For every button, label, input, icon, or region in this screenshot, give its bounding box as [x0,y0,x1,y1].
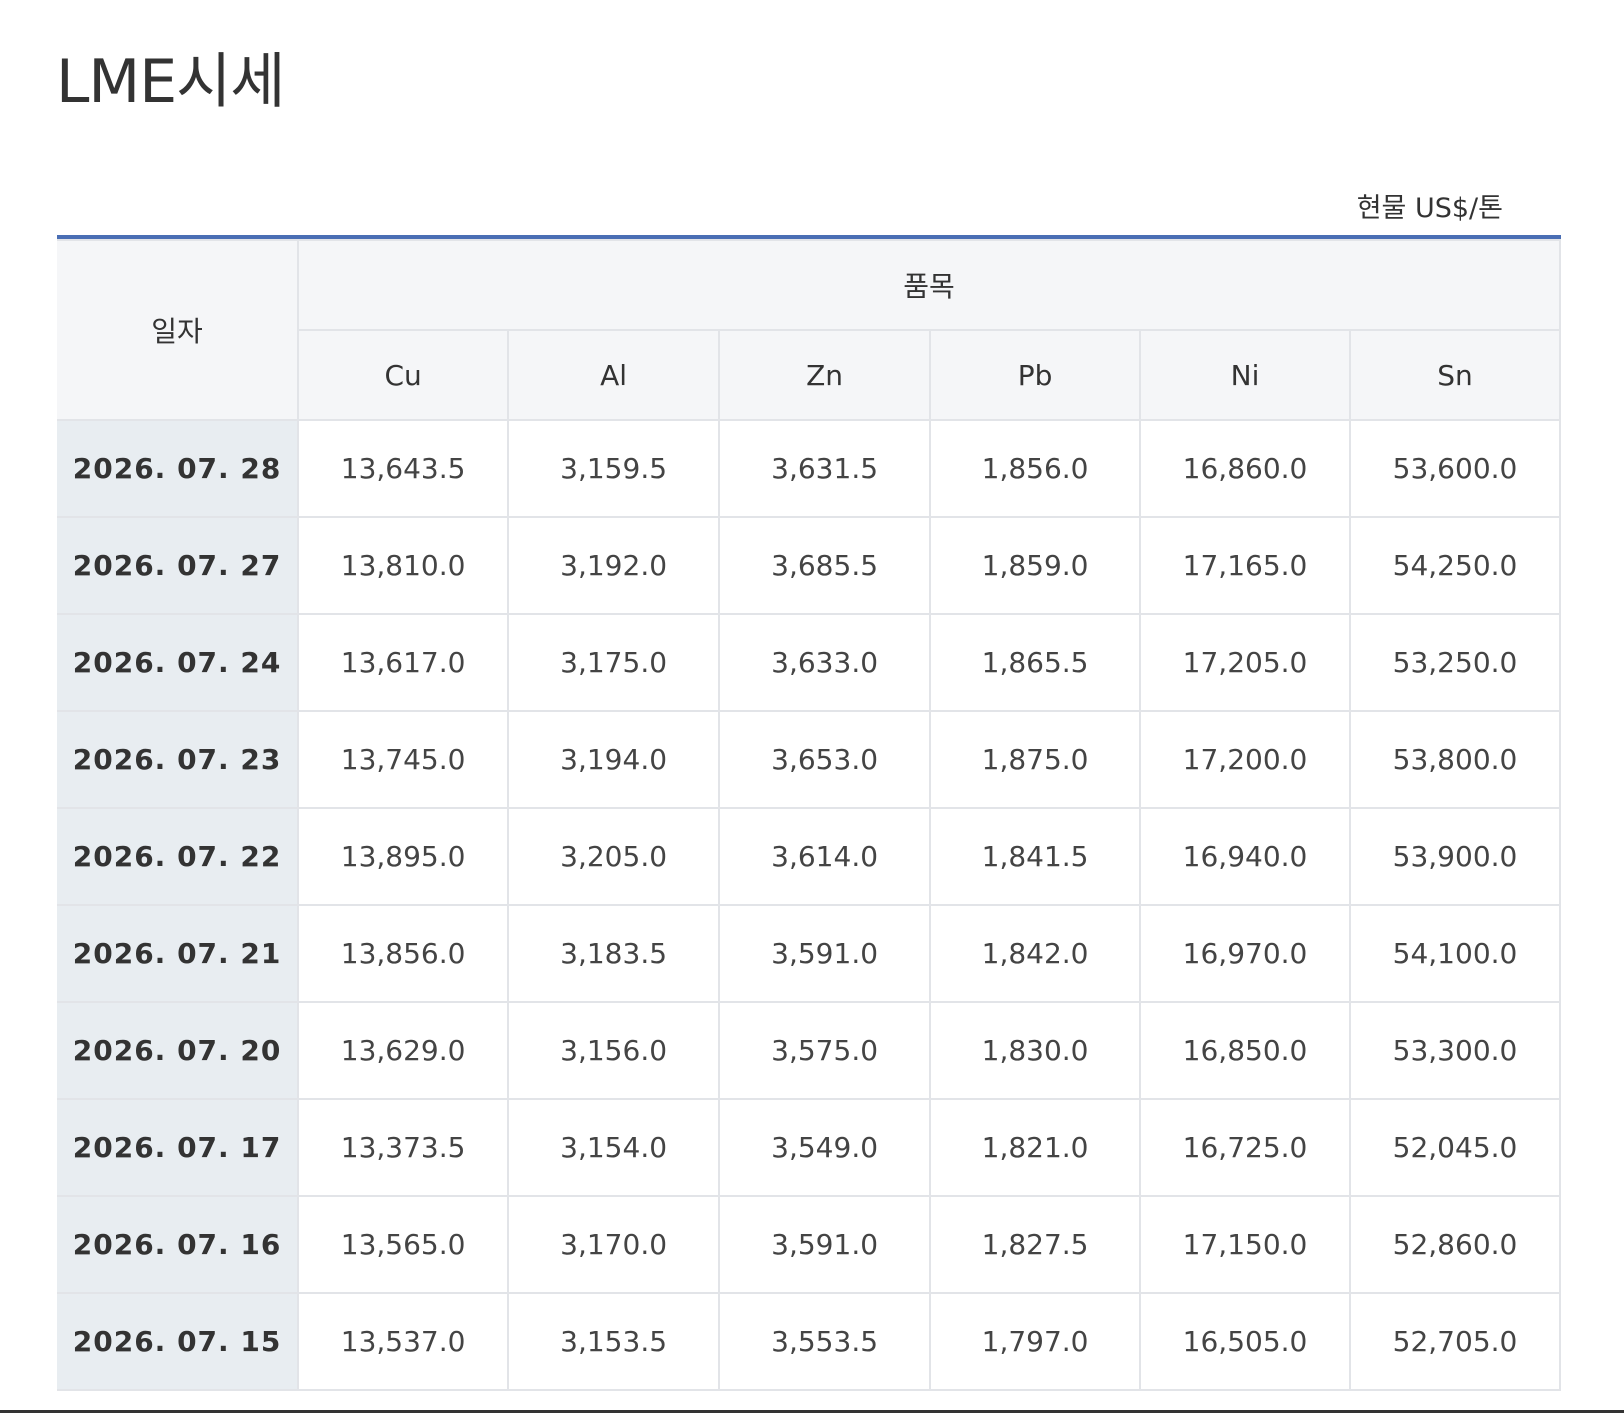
price-cell-ni: 17,150.0 [1139,1195,1351,1294]
price-cell-ni: 16,860.0 [1139,419,1351,518]
price-cell-al: 3,170.0 [507,1195,721,1294]
price-cell-pb: 1,821.0 [929,1098,1142,1197]
price-cell-pb: 1,830.0 [929,1001,1142,1100]
price-cell-ni: 17,165.0 [1139,516,1351,615]
table-row: 2026. 07. 15 13,537.0 3,153.5 3,553.5 1,797.… [57,1292,1561,1391]
price-cell-sn: 53,800.0 [1349,710,1561,809]
price-cell-zn: 3,653.0 [718,710,932,809]
price-cell-ni: 16,505.0 [1139,1292,1351,1391]
price-cell-zn: 3,591.0 [718,904,932,1003]
price-cell-al: 3,205.0 [507,807,721,906]
price-cell-ni: 17,205.0 [1139,613,1351,712]
price-cell-sn: 54,250.0 [1349,516,1561,615]
price-cell-al: 3,156.0 [507,1001,721,1100]
price-cell-cu: 13,537.0 [297,1292,510,1391]
lme-price-table-container: 일자 품목 Cu Al Zn Pb Ni Sn 2026. 07. 28 13,6… [57,235,1561,1419]
date-cell: 2026. 07. 28 [57,419,300,518]
date-cell: 2026. 07. 20 [57,1001,300,1100]
price-cell-ni: 16,940.0 [1139,807,1351,906]
table-row: 2026. 07. 17 13,373.5 3,154.0 3,549.0 1,821.… [57,1098,1561,1197]
column-header-pb: Pb [929,329,1142,421]
price-cell-pb: 1,842.0 [929,904,1142,1003]
price-cell-ni: 16,970.0 [1139,904,1351,1003]
price-cell-sn: 52,860.0 [1349,1195,1561,1294]
price-cell-zn: 3,614.0 [718,807,932,906]
price-cell-al: 3,194.0 [507,710,721,809]
column-header-sn: Sn [1349,329,1561,421]
price-cell-sn: 53,900.0 [1349,807,1561,906]
table-row: 2026. 07. 24 13,617.0 3,175.0 3,633.0 1,865.… [57,613,1561,712]
price-cell-al: 3,159.5 [507,419,721,518]
price-cell-zn: 3,633.0 [718,613,932,712]
date-cell: 2026. 07. 16 [57,1195,300,1294]
date-cell: 2026. 07. 27 [57,516,300,615]
date-cell: 2026. 07. 24 [57,613,300,712]
price-cell-cu: 13,565.0 [297,1195,510,1294]
price-cell-al: 3,192.0 [507,516,721,615]
table-row: 2026. 07. 16 13,565.0 3,170.0 3,591.0 1,827.… [57,1195,1561,1294]
lme-price-table: 일자 품목 Cu Al Zn Pb Ni Sn 2026. 07. 28 13,6… [57,239,1561,1391]
price-cell-al: 3,153.5 [507,1292,721,1391]
price-cell-cu: 13,856.0 [297,904,510,1003]
price-cell-sn: 52,045.0 [1349,1098,1561,1197]
price-cell-ni: 16,850.0 [1139,1001,1351,1100]
price-cell-zn: 3,549.0 [718,1098,932,1197]
price-cell-cu: 13,629.0 [297,1001,510,1100]
price-cell-pb: 1,856.0 [929,419,1142,518]
price-cell-cu: 13,373.5 [297,1098,510,1197]
price-cell-sn: 54,100.0 [1349,904,1561,1003]
price-cell-zn: 3,575.0 [718,1001,932,1100]
column-header-ni: Ni [1139,329,1351,421]
price-cell-cu: 13,617.0 [297,613,510,712]
item-group-header: 품목 [297,239,1561,331]
table-row: 2026. 07. 28 13,643.5 3,159.5 3,631.5 1,856.… [57,419,1561,518]
price-cell-pb: 1,797.0 [929,1292,1142,1391]
price-cell-ni: 16,725.0 [1139,1098,1351,1197]
table-row: 2026. 07. 22 13,895.0 3,205.0 3,614.0 1,841.… [57,807,1561,906]
date-cell: 2026. 07. 22 [57,807,300,906]
unit-note: 현물 US$/톤 [1356,193,1503,224]
column-header-cu: Cu [298,329,510,421]
price-cell-pb: 1,841.5 [929,807,1142,906]
price-cell-zn: 3,631.5 [718,419,932,518]
price-cell-sn: 53,300.0 [1349,1001,1561,1100]
table-row: 2026. 07. 27 13,810.0 3,192.0 3,685.5 1,859.… [57,516,1561,615]
price-cell-ni: 17,200.0 [1139,710,1351,809]
table-row: 2026. 07. 21 13,856.0 3,183.5 3,591.0 1,842.… [57,904,1561,1003]
price-cell-cu: 13,895.0 [297,807,510,906]
date-column-header: 일자 [57,239,300,421]
price-cell-zn: 3,685.5 [718,516,932,615]
price-cell-pb: 1,865.5 [929,613,1142,712]
price-cell-pb: 1,827.5 [929,1195,1142,1294]
price-cell-pb: 1,875.0 [929,710,1142,809]
price-cell-al: 3,154.0 [507,1098,721,1197]
price-cell-sn: 52,705.0 [1349,1292,1561,1391]
price-cell-sn: 53,250.0 [1349,613,1561,712]
table-row: 2026. 07. 20 13,629.0 3,156.0 3,575.0 1,830.… [57,1001,1561,1100]
page-title: LME시세 [56,47,286,117]
date-cell: 2026. 07. 21 [57,904,300,1003]
price-cell-cu: 13,643.5 [297,419,510,518]
price-cell-al: 3,183.5 [507,904,721,1003]
table-body: 2026. 07. 28 13,643.5 3,159.5 3,631.5 1,856.… [57,419,1561,1391]
price-cell-cu: 13,810.0 [297,516,510,615]
column-header-al: Al [507,329,721,421]
column-header-zn: Zn [718,329,932,421]
price-cell-al: 3,175.0 [507,613,721,712]
price-cell-zn: 3,553.5 [718,1292,932,1391]
price-cell-sn: 53,600.0 [1349,419,1561,518]
price-cell-pb: 1,859.0 [929,516,1142,615]
date-cell: 2026. 07. 23 [57,710,300,809]
date-cell: 2026. 07. 17 [57,1098,300,1197]
price-cell-zn: 3,591.0 [718,1195,932,1294]
price-cell-cu: 13,745.0 [297,710,510,809]
table-row: 2026. 07. 23 13,745.0 3,194.0 3,653.0 1,875.… [57,710,1561,809]
date-cell: 2026. 07. 15 [57,1292,300,1391]
